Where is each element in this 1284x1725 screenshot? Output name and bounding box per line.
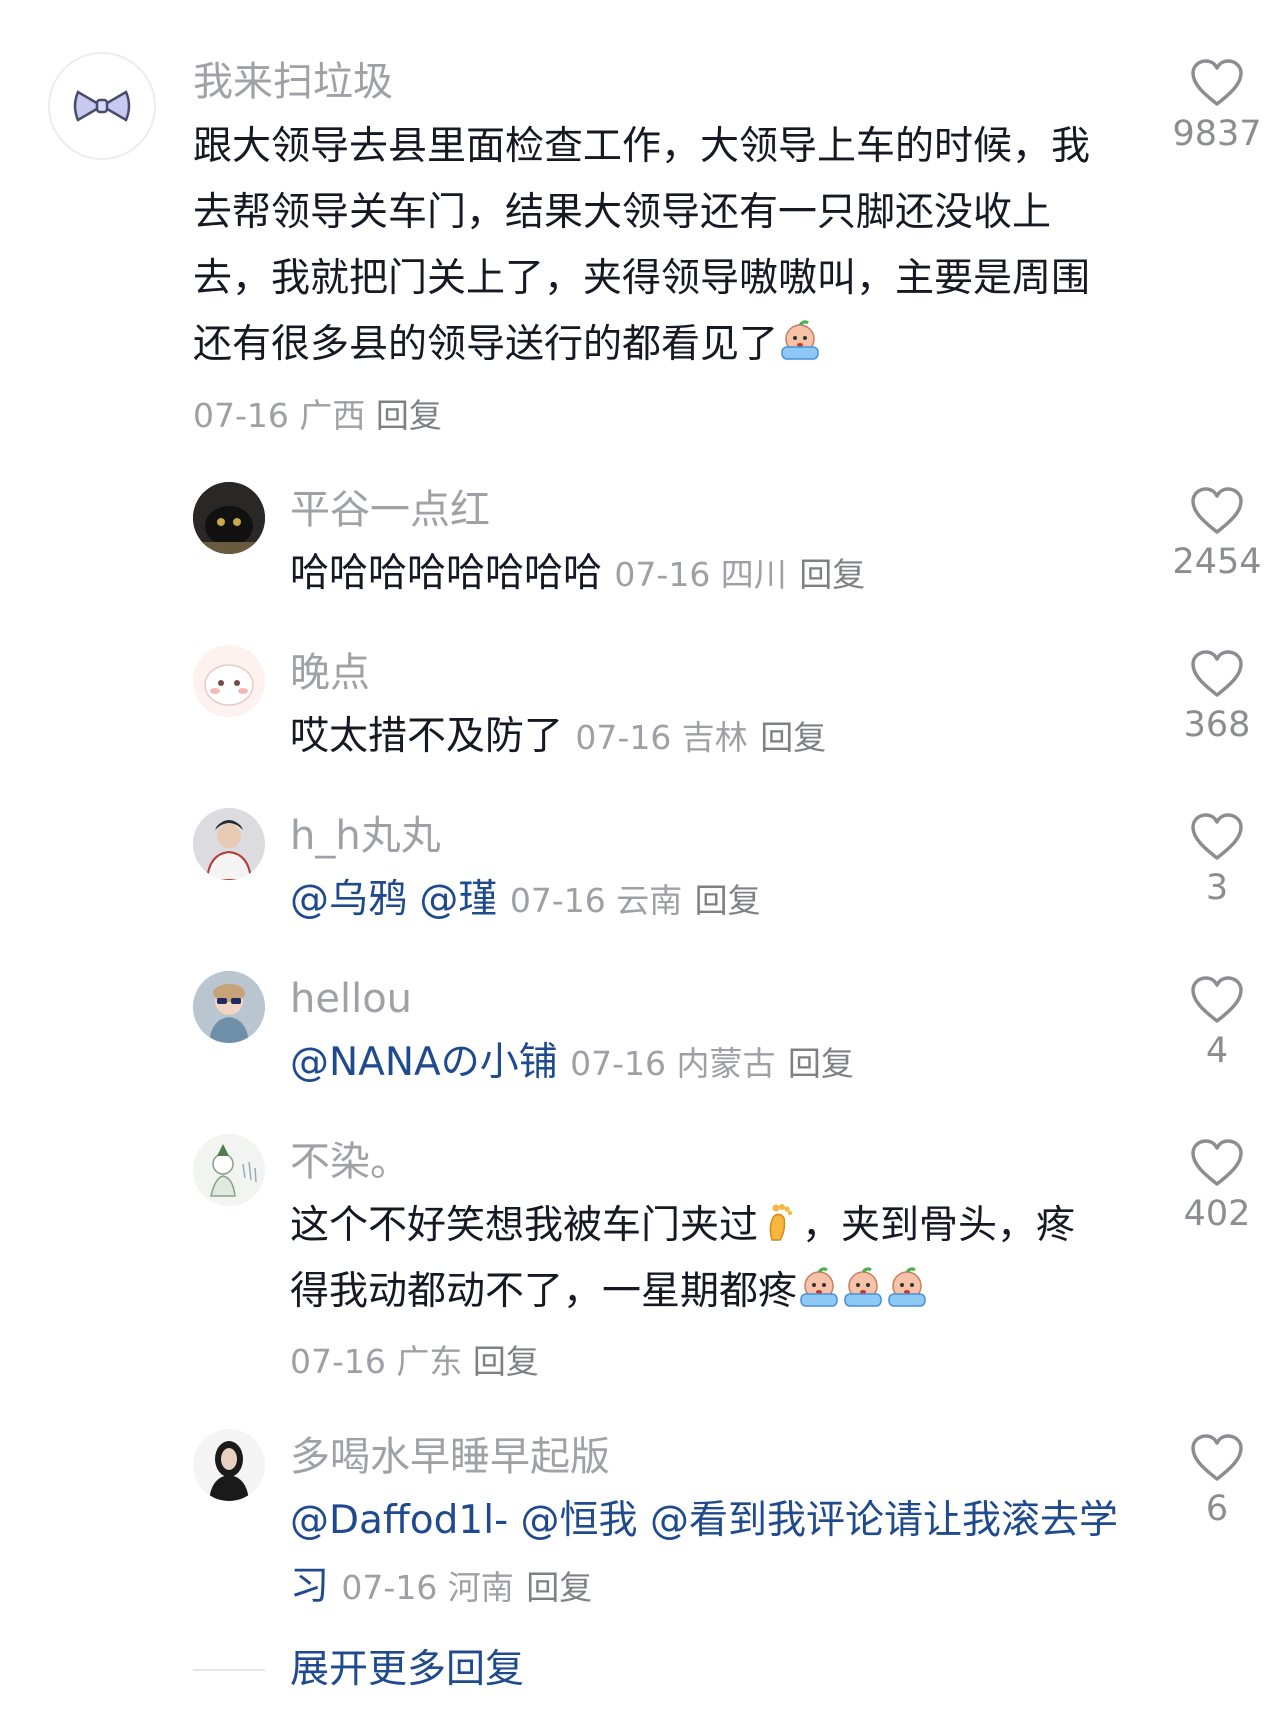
cute-animal-avatar-icon <box>193 645 265 717</box>
like-count: 9837 <box>1172 114 1262 154</box>
like-count: 3 <box>1205 868 1229 908</box>
like-count: 6 <box>1205 1489 1229 1529</box>
heart-icon <box>1191 1434 1243 1481</box>
reply-button[interactable]: 回复 <box>695 881 761 920</box>
like-count: 4 <box>1205 1031 1229 1071</box>
reply-date-location: 07-16 云南 <box>509 881 683 920</box>
like-button[interactable]: 6 <box>1157 1433 1277 1531</box>
like-count: 402 <box>1183 1194 1251 1234</box>
crying-emoji <box>844 1267 882 1307</box>
heart-icon <box>1191 976 1243 1023</box>
comment-text: 跟大领导去县里面检查工作，大领导上车的时候，我去帮领导关车门，结果大领导还有一只… <box>193 114 1123 378</box>
expand-more-replies-button[interactable]: 展开更多回复 <box>290 1646 524 1694</box>
divider <box>193 1669 265 1671</box>
reply-button[interactable]: 回复 <box>788 1044 854 1083</box>
reply-date-location: 07-16 河南 <box>341 1568 514 1607</box>
heart-icon <box>1191 650 1243 697</box>
comment-date-location: 07-16 广西 <box>193 396 366 435</box>
like-button[interactable]: 368 <box>1157 649 1277 747</box>
reply-username[interactable]: 晚点 <box>290 649 370 697</box>
avatar[interactable] <box>193 482 265 554</box>
reply-text-line: @NANAの小铺 07-16 内蒙古 回复 <box>290 1030 854 1097</box>
person-avatar-icon <box>193 1429 265 1501</box>
mention-link[interactable]: @Daffod1l- <box>290 1498 508 1543</box>
reply-button[interactable]: 回复 <box>760 718 826 757</box>
reply-username[interactable]: 平谷一点红 <box>290 486 490 534</box>
reply-date-location: 07-16 内蒙古 <box>570 1044 776 1083</box>
heart-icon <box>1191 813 1243 860</box>
cat-avatar-icon <box>193 482 265 554</box>
foot-emoji <box>769 1204 793 1241</box>
illustration-avatar-icon <box>193 1134 265 1206</box>
crying-emoji <box>781 320 819 360</box>
bow-icon <box>73 90 131 122</box>
doll-avatar-icon <box>193 971 265 1043</box>
person-avatar-icon <box>193 808 265 880</box>
reply-text-block: @Daffod1l- @恒我 @看到我评论请让我滚去学习 07-16 河南 回复 <box>290 1488 1120 1621</box>
heart-icon <box>1191 1139 1243 1186</box>
avatar[interactable] <box>193 645 265 717</box>
heart-icon <box>1191 487 1243 534</box>
reply-meta: 07-16 广东 回复 <box>290 1340 539 1384</box>
heart-icon <box>1191 59 1243 106</box>
reply-username[interactable]: hellou <box>290 975 412 1023</box>
reply-date-location: 07-16 吉林 <box>575 718 748 757</box>
reply-username[interactable]: 多喝水早睡早起版 <box>290 1433 610 1481</box>
mention-link[interactable]: @瑾 <box>419 877 497 922</box>
like-button[interactable]: 402 <box>1157 1138 1277 1236</box>
reply-date-location: 07-16 四川 <box>614 555 787 594</box>
like-button[interactable]: 9837 <box>1157 58 1277 156</box>
reply-text: 这个不好笑想我被车门夹过 <box>290 1203 759 1248</box>
avatar[interactable] <box>193 1429 265 1501</box>
reply-button[interactable]: 回复 <box>799 555 865 594</box>
reply-text-line: 哎太措不及防了 07-16 吉林 回复 <box>290 704 826 771</box>
reply-button[interactable]: 回复 <box>473 1342 539 1381</box>
like-button[interactable]: 4 <box>1157 975 1277 1073</box>
like-button[interactable]: 2454 <box>1157 486 1277 584</box>
reply-text-line: 哈哈哈哈哈哈哈哈 07-16 四川 回复 <box>290 541 865 608</box>
mention-link[interactable]: @NANAの小铺 <box>290 1040 558 1085</box>
reply-text: 哎太措不及防了 <box>290 714 564 759</box>
avatar[interactable] <box>193 808 265 880</box>
reply-username[interactable]: 不染。 <box>290 1138 410 1186</box>
avatar[interactable] <box>48 52 156 160</box>
mention-link[interactable]: @乌鸦 <box>290 877 407 922</box>
like-button[interactable]: 3 <box>1157 812 1277 910</box>
mention-link[interactable]: @恒我 <box>521 1498 638 1543</box>
crying-emoji <box>800 1267 838 1307</box>
avatar[interactable] <box>193 971 265 1043</box>
reply-text: 哈哈哈哈哈哈哈哈 <box>290 551 603 596</box>
avatar[interactable] <box>193 1134 265 1206</box>
comment-meta: 07-16 广西 回复 <box>193 394 442 438</box>
crying-emoji <box>888 1267 926 1307</box>
comment-body: 跟大领导去县里面检查工作，大领导上车的时候，我去帮领导关车门，结果大领导还有一只… <box>193 124 1091 367</box>
reply-date-location: 07-16 广东 <box>290 1342 463 1381</box>
reply-button[interactable]: 回复 <box>376 396 442 435</box>
reply-text-line: @乌鸦 @瑾 07-16 云南 回复 <box>290 867 761 934</box>
comment-username[interactable]: 我来扫垃圾 <box>193 58 393 106</box>
reply-button[interactable]: 回复 <box>526 1568 592 1607</box>
like-count: 368 <box>1183 705 1251 745</box>
reply-text-block: 这个不好笑想我被车门夹过 ，夹到骨头，疼得我动都动不了，一星期都疼 <box>290 1193 1100 1325</box>
reply-username[interactable]: h_h丸丸 <box>290 812 441 860</box>
like-count: 2454 <box>1172 542 1262 582</box>
